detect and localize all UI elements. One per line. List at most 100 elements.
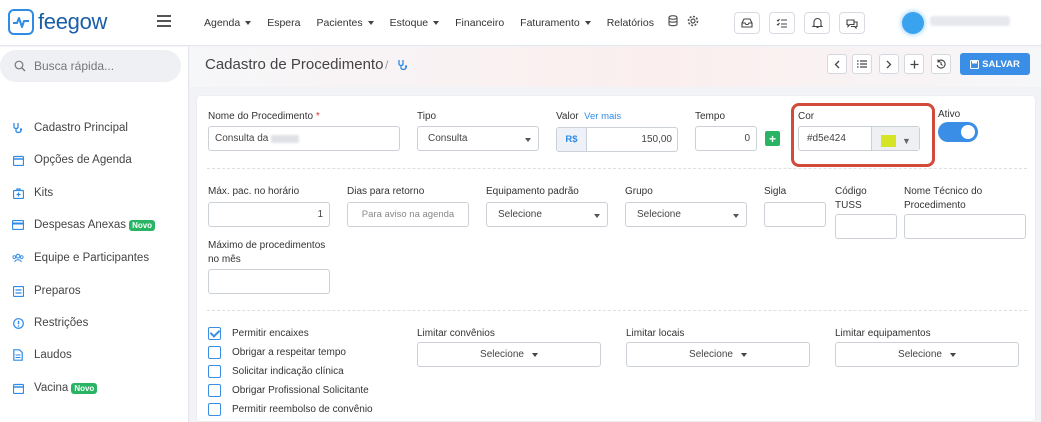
- sidebar: Busca rápida... Cadastro Principal Opçõe…: [0, 47, 189, 422]
- inbox-icon: [741, 18, 753, 28]
- document-icon: [12, 349, 24, 361]
- sigla-label: Sigla: [764, 186, 787, 197]
- valor-label: Valor Ver mais: [556, 110, 621, 124]
- equipamento-select[interactable]: Selecione: [486, 202, 608, 227]
- sidebar-item-despesas-anexas[interactable]: Despesas Anexas Novo: [12, 219, 156, 231]
- checkbox-reembolso-convenio[interactable]: [208, 403, 221, 416]
- chevron-down-icon: [594, 214, 600, 218]
- sidebar-item-label: Despesas Anexas: [34, 219, 127, 231]
- list-icon: [12, 285, 24, 297]
- limitar-locais-label: Limitar locais: [626, 328, 685, 339]
- user-name[interactable]: [930, 16, 1010, 26]
- nav-label: Faturamento: [520, 17, 580, 29]
- checkbox-label: Obrigar Profissional Solicitante: [232, 385, 369, 396]
- tuss-label-line1: Código: [835, 186, 867, 197]
- avatar[interactable]: [902, 12, 924, 34]
- nome-value: Consulta da: [215, 133, 269, 144]
- logo-text: feegow: [38, 9, 108, 34]
- nav-label: Relatórios: [606, 17, 654, 29]
- ativo-toggle[interactable]: [938, 122, 978, 142]
- tempo-value: 0: [744, 133, 750, 144]
- checkbox-label: Solicitar indicação clínica: [232, 366, 344, 377]
- sidebar-item-opcoes-agenda[interactable]: Opções de Agenda: [12, 154, 132, 166]
- tuss-label-line2: TUSS: [835, 200, 862, 211]
- max-mes-input[interactable]: [208, 269, 330, 294]
- bell-icon: [811, 17, 823, 29]
- nome-label: Nome do Procedimento *: [208, 110, 320, 124]
- feegow-logo[interactable]: feegow: [8, 9, 107, 35]
- save-label: SALVAR: [982, 58, 1020, 70]
- sidebar-item-restricoes[interactable]: Restrições: [12, 317, 88, 329]
- nav-estoque[interactable]: Estoque: [390, 17, 440, 29]
- limitar-equipamentos-select[interactable]: Selecione: [835, 342, 1019, 367]
- nav-label: Financeiro: [455, 17, 505, 29]
- max-mes-label-line2: no mês: [208, 254, 241, 265]
- database-icon[interactable]: [668, 15, 678, 30]
- sidebar-item-label: Equipe e Participantes: [34, 252, 150, 264]
- tasks-button[interactable]: [769, 12, 795, 34]
- ver-mais-link[interactable]: Ver mais: [584, 111, 621, 122]
- add-tempo-button[interactable]: +: [765, 131, 780, 146]
- history-button[interactable]: [931, 54, 951, 74]
- dias-retorno-input[interactable]: Para aviso na agenda: [347, 202, 469, 227]
- tuss-input[interactable]: [835, 214, 897, 239]
- top-navigation: Agenda Espera Pacientes Estoque Financei…: [204, 17, 670, 29]
- search-input[interactable]: Busca rápida...: [0, 50, 181, 82]
- chat-button[interactable]: [839, 12, 865, 34]
- checkbox-profissional-solicitante[interactable]: [208, 384, 221, 397]
- sidebar-item-label: Laudos: [34, 349, 72, 361]
- nome-input[interactable]: Consulta da: [208, 126, 400, 151]
- sidebar-item-kits[interactable]: Kits: [12, 187, 53, 199]
- nav-agenda[interactable]: Agenda: [204, 17, 252, 29]
- divider: [207, 168, 1027, 169]
- sidebar-item-preparos[interactable]: Preparos: [12, 285, 81, 297]
- next-button[interactable]: [879, 54, 899, 74]
- checkbox-respeitar-tempo[interactable]: [208, 346, 221, 359]
- sidebar-item-vacina[interactable]: Vacina Novo: [12, 382, 98, 394]
- limitar-convenios-select[interactable]: Selecione: [417, 342, 601, 367]
- inbox-button[interactable]: [734, 12, 760, 34]
- tipo-value: Consulta: [428, 133, 468, 144]
- nav-relatorios[interactable]: Relatórios: [607, 17, 654, 29]
- grupo-select[interactable]: Selecione: [625, 202, 747, 227]
- sidebar-item-cadastro-principal[interactable]: Cadastro Principal: [12, 122, 128, 134]
- menu-toggle-icon[interactable]: [157, 15, 171, 27]
- chevron-right-icon: [886, 60, 892, 68]
- checkbox-permitir-encaixes[interactable]: [208, 327, 221, 340]
- nome-tecnico-input[interactable]: [904, 214, 1026, 239]
- nav-label: Pacientes: [316, 17, 363, 29]
- sigla-input[interactable]: [764, 202, 826, 227]
- tipo-select[interactable]: Consulta: [417, 126, 539, 151]
- limitar-equipamentos-value: Selecione: [898, 349, 942, 360]
- valor-value: 150,00: [641, 134, 672, 145]
- list-button[interactable]: [852, 54, 872, 74]
- sidebar-item-laudos[interactable]: Laudos: [12, 349, 72, 361]
- floppy-icon: [970, 59, 980, 69]
- page-title: Cadastro de Procedimento: [205, 56, 384, 73]
- nav-financeiro[interactable]: Financeiro: [455, 17, 504, 29]
- tempo-input[interactable]: 0: [695, 126, 757, 151]
- checklist-icon: [776, 18, 787, 28]
- max-mes-label: Máximo de procedimentos no mês: [208, 239, 325, 267]
- plus-icon: [910, 60, 918, 68]
- equipamento-value: Selecione: [498, 209, 542, 220]
- sidebar-item-equipe[interactable]: Equipe e Participantes: [12, 252, 149, 264]
- gear-icon[interactable]: [687, 15, 699, 30]
- valor-input[interactable]: R$ 150,00: [556, 127, 678, 152]
- notifications-button[interactable]: [804, 12, 830, 34]
- nav-espera[interactable]: Espera: [267, 17, 300, 29]
- color-swatch: [881, 135, 896, 147]
- caret-down-icon: ▼: [902, 136, 911, 146]
- max-pac-input[interactable]: 1: [208, 202, 330, 227]
- limitar-locais-select[interactable]: Selecione: [626, 342, 810, 367]
- previous-button[interactable]: [827, 54, 847, 74]
- save-button[interactable]: SALVAR: [960, 53, 1030, 75]
- nav-faturamento[interactable]: Faturamento: [520, 17, 591, 29]
- search-icon: [14, 60, 26, 72]
- max-mes-label-line1: Máximo de procedimentos: [208, 240, 326, 251]
- checkbox-indicacao-clinica[interactable]: [208, 365, 221, 378]
- stethoscope-icon: [12, 122, 24, 134]
- nav-pacientes[interactable]: Pacientes: [316, 17, 374, 29]
- sidebar-item-label: Opções de Agenda: [34, 154, 132, 166]
- add-button[interactable]: [904, 54, 924, 74]
